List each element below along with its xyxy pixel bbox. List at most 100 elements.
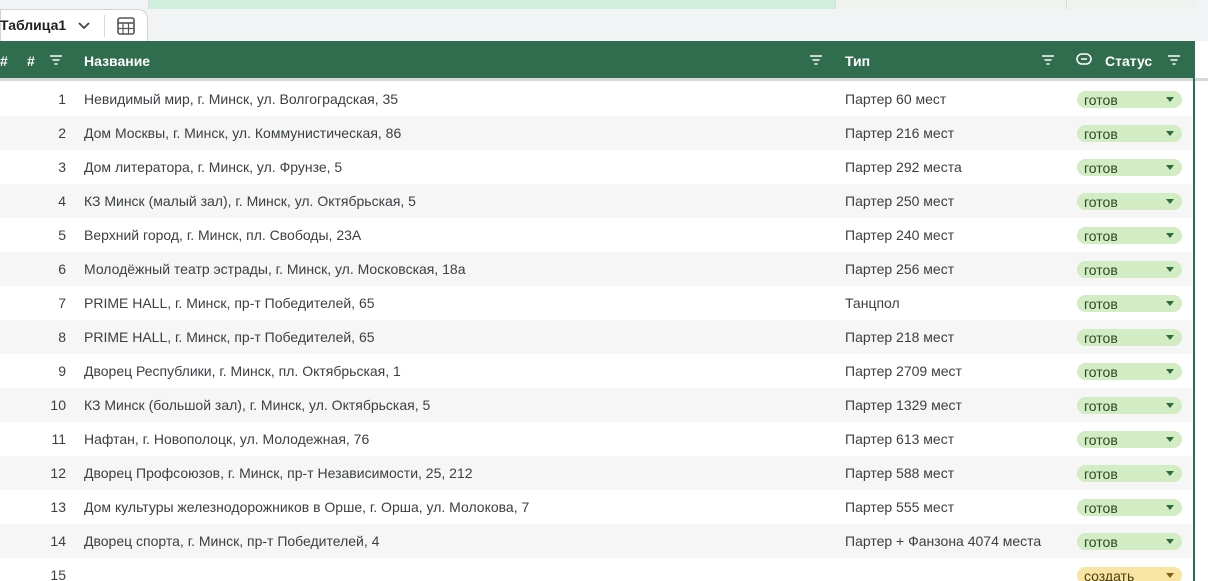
table-row[interactable]: 10 КЗ Минск (большой зал), г. Минск, ул.… (0, 388, 1193, 422)
table-row[interactable]: 9 Дворец Республики, г. Минск, пл. Октяб… (0, 354, 1193, 388)
status-dropdown[interactable]: готов (1077, 227, 1182, 244)
row-number: 8 (58, 329, 66, 345)
row-number: 3 (58, 159, 66, 175)
venue-type-cell[interactable]: Партер + Фанзона 4074 места (845, 533, 1041, 549)
table-header: # # Название Тип Статус (0, 41, 1194, 78)
column-header-hash[interactable]: # (0, 53, 8, 69)
status-dropdown[interactable]: готов (1077, 91, 1182, 108)
status-label: готов (1084, 330, 1118, 346)
dropdown-caret-icon (1166, 97, 1174, 102)
status-label: готов (1084, 228, 1118, 244)
venue-name-cell[interactable]: КЗ Минск (малый зал), г. Минск, ул. Октя… (84, 193, 416, 209)
dropdown-caret-icon (1166, 165, 1174, 170)
dropdown-caret-icon (1166, 505, 1174, 510)
venue-name-cell[interactable]: КЗ Минск (большой зал), г. Минск, ул. Ок… (84, 397, 430, 413)
venue-name-cell[interactable]: Дом литератора, г. Минск, ул. Фрунзе, 5 (84, 159, 342, 175)
venue-type-cell[interactable]: Партер 216 мест (845, 125, 954, 141)
status-dropdown[interactable]: готов (1077, 329, 1182, 346)
row-number: 14 (50, 533, 66, 549)
venue-type-cell[interactable]: Партер 555 мест (845, 499, 954, 515)
table-row[interactable]: 12 Дворец Профсоюзов, г. Минск, пр-т Нез… (0, 456, 1193, 490)
status-dropdown[interactable]: готов (1077, 465, 1182, 482)
venue-name-cell[interactable]: Дворец Республики, г. Минск, пл. Октябрь… (84, 363, 401, 379)
table-row[interactable]: 15 создать (0, 558, 1193, 581)
venue-name-cell[interactable]: Дом культуры железнодорожников в Орше, г… (84, 499, 529, 515)
status-label: готов (1084, 466, 1118, 482)
status-label: готов (1084, 364, 1118, 380)
column-header-type[interactable]: Тип (845, 53, 870, 69)
dropdown-caret-icon (1166, 471, 1174, 476)
sheet-tab-name[interactable]: Таблица1 (0, 17, 66, 33)
top-strip (1066, 0, 1195, 9)
dropdown-caret-icon (1166, 233, 1174, 238)
venue-name-cell[interactable]: Дворец спорта, г. Минск, пр-т Победителе… (84, 533, 379, 549)
venue-type-cell[interactable]: Партер 218 мест (845, 329, 954, 345)
dropdown-caret-icon (1166, 267, 1174, 272)
status-dropdown[interactable]: готов (1077, 159, 1182, 176)
row-number: 13 (50, 499, 66, 515)
status-dropdown[interactable]: готов (1077, 499, 1182, 516)
venue-name-cell[interactable]: Верхний город, г. Минск, пл. Свободы, 23… (84, 227, 361, 243)
column-header-name[interactable]: Название (84, 53, 150, 69)
venue-name-cell[interactable]: Нафтан, г. Новополоцк, ул. Молодежная, 7… (84, 431, 369, 447)
filter-icon[interactable] (1167, 53, 1181, 67)
status-dropdown[interactable]: готов (1077, 431, 1182, 448)
venue-name-cell[interactable]: PRIME HALL, г. Минск, пр-т Победителей, … (84, 295, 375, 311)
table-row[interactable]: 1 Невидимый мир, г. Минск, ул. Волгоград… (0, 82, 1193, 116)
table-row[interactable]: 2 Дом Москвы, г. Минск, ул. Коммунистиче… (0, 116, 1193, 150)
venue-type-cell[interactable]: Партер 1329 мест (845, 397, 962, 413)
status-label: готов (1084, 126, 1118, 142)
status-label: готов (1084, 534, 1118, 550)
venue-name-cell[interactable]: Дворец Профсоюзов, г. Минск, пр-т Незави… (84, 465, 473, 481)
status-dropdown[interactable]: готов (1077, 193, 1182, 210)
status-dropdown[interactable]: готов (1077, 295, 1182, 312)
filter-icon[interactable] (1041, 53, 1055, 67)
row-number: 2 (58, 125, 66, 141)
status-label: готов (1084, 296, 1118, 312)
status-dropdown[interactable]: создать (1077, 567, 1182, 581)
table-row[interactable]: 6 Молодёжный театр эстрады, г. Минск, ул… (0, 252, 1193, 286)
row-number: 10 (50, 397, 66, 413)
venue-name-cell[interactable]: PRIME HALL, г. Минск, пр-т Победителей, … (84, 329, 375, 345)
top-strip (148, 0, 835, 9)
status-label: готов (1084, 262, 1118, 278)
venue-name-cell[interactable]: Дом Москвы, г. Минск, ул. Коммунистическ… (84, 125, 401, 141)
venue-name-cell[interactable]: Молодёжный театр эстрады, г. Минск, ул. … (84, 261, 466, 277)
venue-name-cell[interactable]: Невидимый мир, г. Минск, ул. Волгоградск… (84, 91, 398, 107)
table-row[interactable]: 11 Нафтан, г. Новополоцк, ул. Молодежная… (0, 422, 1193, 456)
table-row[interactable]: 14 Дворец спорта, г. Минск, пр-т Победит… (0, 524, 1193, 558)
venue-type-cell[interactable]: Партер 256 мест (845, 261, 954, 277)
column-header-status[interactable]: Статус (1105, 53, 1152, 69)
row-number: 1 (58, 91, 66, 107)
table-row[interactable]: 3 Дом литератора, г. Минск, ул. Фрунзе, … (0, 150, 1193, 184)
table-row[interactable]: 13 Дом культуры железнодорожников в Орше… (0, 490, 1193, 524)
status-dropdown[interactable]: готов (1077, 397, 1182, 414)
dropdown-caret-icon (1166, 199, 1174, 204)
table-row[interactable]: 8 PRIME HALL, г. Минск, пр-т Победителей… (0, 320, 1193, 354)
venue-type-cell[interactable]: Партер 250 мест (845, 193, 954, 209)
filter-icon[interactable] (809, 53, 823, 67)
dropdown-caret-icon (1166, 369, 1174, 374)
venue-type-cell[interactable]: Партер 588 мест (845, 465, 954, 481)
filter-icon[interactable] (49, 53, 63, 67)
status-dropdown[interactable]: готов (1077, 363, 1182, 380)
venue-type-cell[interactable]: Партер 240 мест (845, 227, 954, 243)
status-dropdown[interactable]: готов (1077, 125, 1182, 142)
venue-type-cell[interactable]: Танцпол (845, 295, 900, 311)
table-row[interactable]: 4 КЗ Минск (малый зал), г. Минск, ул. Ок… (0, 184, 1193, 218)
venue-type-cell[interactable]: Партер 613 мест (845, 431, 954, 447)
status-dropdown[interactable]: готов (1077, 261, 1182, 278)
row-number: 11 (51, 431, 66, 447)
venue-type-cell[interactable]: Партер 60 мест (845, 91, 946, 107)
status-dropdown[interactable]: готов (1077, 533, 1182, 550)
venue-type-cell[interactable]: Партер 292 места (845, 159, 962, 175)
status-label: готов (1084, 432, 1118, 448)
table-row[interactable]: 7 PRIME HALL, г. Минск, пр-т Победителей… (0, 286, 1193, 320)
venue-type-cell[interactable]: Партер 2709 мест (845, 363, 962, 379)
table-row[interactable]: 5 Верхний город, г. Минск, пл. Свободы, … (0, 218, 1193, 252)
status-label: готов (1084, 500, 1118, 516)
column-header-number[interactable]: # (27, 53, 35, 69)
table-icon[interactable] (116, 16, 136, 36)
chevron-down-icon[interactable] (76, 17, 92, 33)
dropdown-caret-icon (1166, 573, 1174, 578)
